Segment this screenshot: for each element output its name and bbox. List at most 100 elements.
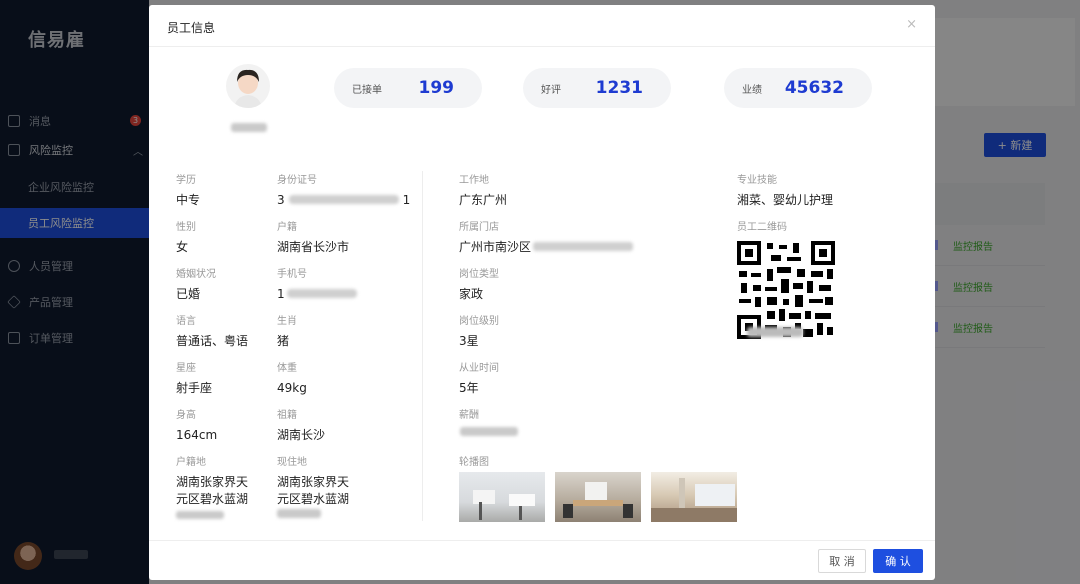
birthplace-detail-blurred — [176, 511, 224, 519]
field-value: 广州市南沙区 — [459, 239, 634, 256]
stat-value: 45632 — [784, 78, 844, 98]
field-marital: 婚姻状况 已婚 — [176, 265, 216, 303]
field-label: 薪酬 — [459, 410, 479, 421]
field-phone: 手机号 1 — [277, 265, 357, 303]
field-label: 岗位级别 — [459, 316, 499, 327]
field-label: 所属门店 — [459, 222, 499, 233]
field-height: 身高 164cm — [176, 406, 217, 444]
stat-label: 业绩 — [742, 84, 762, 96]
field-label: 从业时间 — [459, 363, 499, 374]
field-value: 湖南省长沙市 — [277, 240, 350, 254]
close-icon[interactable]: × — [906, 17, 917, 32]
cancel-button[interactable]: 取 消 — [818, 549, 866, 573]
field-label: 星座 — [176, 363, 196, 374]
field-experience: 从业时间 5年 — [459, 359, 499, 397]
field-value: 广东广州 — [459, 193, 508, 207]
carousel-image[interactable] — [651, 472, 737, 522]
salary-blurred — [460, 427, 518, 436]
stat-good-reviews: 好评 1231 — [523, 68, 671, 108]
modal-title: 员工信息 — [167, 21, 216, 35]
field-value: 已婚 — [176, 287, 201, 301]
field-label: 身高 — [176, 410, 196, 421]
field-value: 中专 — [176, 193, 201, 207]
field-label: 户籍地 — [176, 457, 206, 468]
qrcode-caption-blurred — [747, 327, 803, 337]
field-gender: 性别 女 — [176, 218, 196, 256]
store-detail-blurred — [533, 242, 634, 251]
field-value: 49kg — [277, 381, 307, 395]
confirm-button[interactable]: 确 认 — [873, 549, 923, 573]
field-value: 普通话、粤语 — [176, 334, 249, 348]
field-label: 学历 — [176, 175, 196, 186]
field-zodiac: 生肖 猪 — [277, 312, 297, 350]
column-divider — [422, 171, 423, 521]
field-value: 3星 — [459, 334, 479, 348]
field-weight: 体重 49kg — [277, 359, 307, 397]
field-birthplace: 户籍地 湖南张家界天元区碧水蓝湖 — [176, 453, 256, 508]
field-label: 现住地 — [277, 457, 307, 468]
field-workplace: 工作地 广东广州 — [459, 171, 507, 209]
field-job-type: 岗位类型 家政 — [459, 265, 499, 303]
field-label: 岗位类型 — [459, 269, 499, 280]
field-education: 学历 中专 — [176, 171, 200, 209]
stat-label: 好评 — [541, 84, 561, 96]
field-household: 户籍 湖南省长沙市 — [277, 218, 349, 256]
carousel-image[interactable] — [459, 472, 545, 522]
field-label: 语言 — [176, 316, 196, 327]
field-label: 员工二维码 — [737, 222, 787, 233]
field-id-number: 身份证号 31 — [277, 171, 410, 209]
field-qrcode: 员工二维码 — [737, 218, 787, 239]
field-label: 祖籍 — [277, 410, 297, 421]
field-store: 所属门店 广州市南沙区 — [459, 218, 634, 256]
field-value: 湖南张家界天元区碧水蓝湖 — [277, 475, 350, 506]
field-label: 户籍 — [277, 222, 297, 233]
residence-detail-blurred — [277, 509, 321, 518]
stat-value: 199 — [418, 78, 455, 98]
employee-name-blurred — [231, 123, 267, 132]
field-value: 164cm — [176, 428, 218, 442]
id-suffix: 1 — [402, 193, 411, 207]
footer-divider — [149, 540, 935, 541]
id-prefix: 3 — [277, 193, 285, 207]
field-label: 生肖 — [277, 316, 297, 327]
field-value: 31 — [277, 192, 410, 209]
field-residence: 现住地 湖南张家界天元区碧水蓝湖 — [277, 453, 357, 508]
field-value: 射手座 — [176, 381, 213, 395]
field-value: 湖南长沙 — [277, 428, 326, 442]
stat-value: 1231 — [595, 78, 643, 98]
field-skills: 专业技能 湘菜、婴幼儿护理 — [737, 171, 833, 209]
qrcode-image — [737, 241, 835, 339]
field-label: 婚姻状况 — [176, 269, 216, 280]
field-label: 工作地 — [459, 175, 489, 186]
field-label: 手机号 — [277, 269, 307, 280]
field-label: 轮播图 — [459, 457, 489, 468]
field-hometown: 祖籍 湖南长沙 — [277, 406, 325, 444]
field-value: 1 — [277, 286, 357, 303]
field-constellation: 星座 射手座 — [176, 359, 212, 397]
phone-prefix: 1 — [277, 287, 285, 301]
employee-info-modal: 员工信息 × 已接单 199 好评 1231 业绩 45632 学历 中专 性别… — [149, 5, 935, 580]
field-value: 湖南张家界天元区碧水蓝湖 — [176, 475, 249, 506]
employee-avatar — [226, 64, 270, 108]
stat-label: 已接单 — [352, 84, 382, 96]
field-label: 性别 — [176, 222, 196, 233]
field-carousel: 轮播图 — [459, 453, 489, 474]
stat-performance: 业绩 45632 — [724, 68, 872, 108]
field-value: 猪 — [277, 334, 290, 348]
field-value: 5年 — [459, 381, 479, 395]
field-salary: 薪酬 — [459, 406, 479, 427]
field-value: 家政 — [459, 287, 484, 301]
field-language: 语言 普通话、粤语 — [176, 312, 248, 350]
header-divider — [149, 46, 935, 47]
id-blurred — [288, 195, 399, 204]
field-label: 专业技能 — [737, 175, 777, 186]
store-value: 广州市南沙区 — [459, 240, 532, 254]
field-value: 女 — [176, 240, 189, 254]
field-label: 体重 — [277, 363, 297, 374]
stat-orders: 已接单 199 — [334, 68, 482, 108]
field-job-level: 岗位级别 3星 — [459, 312, 499, 350]
carousel-image[interactable] — [555, 472, 641, 522]
phone-blurred — [286, 289, 357, 298]
field-value: 湘菜、婴幼儿护理 — [737, 193, 834, 207]
field-label: 身份证号 — [277, 175, 317, 186]
